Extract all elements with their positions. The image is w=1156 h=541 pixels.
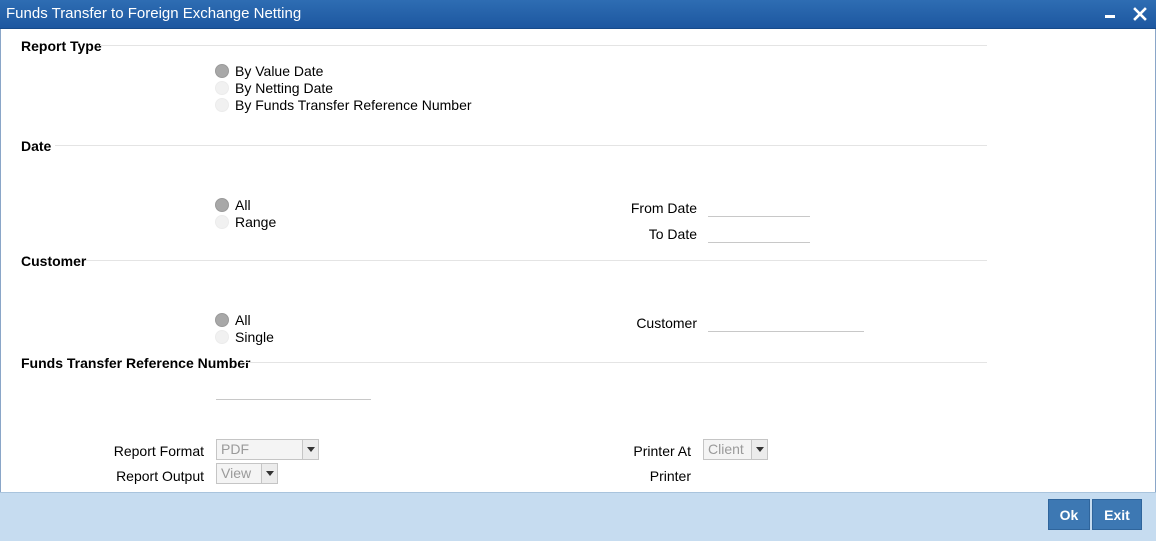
minimize-icon <box>1105 15 1115 18</box>
select-value: Client <box>708 441 744 457</box>
to-date-input[interactable] <box>708 225 810 243</box>
radio-label: All <box>235 196 251 213</box>
radio-button[interactable] <box>215 214 229 229</box>
radio-button-checked[interactable] <box>215 197 229 212</box>
chevron-down-icon[interactable] <box>751 440 767 459</box>
minimize-button[interactable] <box>1099 3 1121 25</box>
section-divider <box>86 260 987 261</box>
radio-button[interactable] <box>215 329 229 344</box>
radio-by-netting-date[interactable]: By Netting Date <box>215 79 333 96</box>
radio-date-all[interactable]: All <box>215 196 251 213</box>
radio-button[interactable] <box>215 80 229 95</box>
radio-label: By Value Date <box>235 62 324 79</box>
customer-input[interactable] <box>708 314 864 332</box>
ft-ref-number-input[interactable] <box>216 382 371 400</box>
customer-label: Customer <box>636 315 697 331</box>
ok-button[interactable]: Ok <box>1048 499 1090 530</box>
customer-heading: Customer <box>21 253 87 269</box>
report-output-label: Report Output <box>116 468 204 484</box>
printer-at-label: Printer At <box>633 443 691 459</box>
footer-bar: Ok Exit <box>0 492 1156 541</box>
report-type-heading: Report Type <box>21 38 102 54</box>
radio-date-range[interactable]: Range <box>215 213 276 230</box>
radio-button[interactable] <box>215 97 229 112</box>
report-format-label: Report Format <box>113 443 204 459</box>
radio-button-checked[interactable] <box>215 63 229 78</box>
ft-ref-heading: Funds Transfer Reference Number <box>21 355 251 371</box>
select-value: PDF <box>221 441 249 457</box>
radio-customer-single[interactable]: Single <box>215 328 274 345</box>
radio-label: By Funds Transfer Reference Number <box>235 96 472 113</box>
radio-button-checked[interactable] <box>215 312 229 327</box>
report-output-select[interactable]: View <box>216 463 278 484</box>
from-date-input[interactable] <box>708 199 810 217</box>
printer-label: Printer <box>649 468 691 484</box>
radio-label: All <box>235 311 251 328</box>
from-date-label: From Date <box>630 200 697 216</box>
printer-at-select[interactable]: Client <box>703 439 768 460</box>
section-divider <box>100 45 987 46</box>
exit-button[interactable]: Exit <box>1092 499 1142 530</box>
radio-by-ft-ref-number[interactable]: By Funds Transfer Reference Number <box>215 96 472 113</box>
window-titlebar: Funds Transfer to Foreign Exchange Netti… <box>0 0 1156 29</box>
report-format-select[interactable]: PDF <box>216 439 319 460</box>
chevron-down-icon[interactable] <box>302 440 318 459</box>
section-divider <box>242 362 987 363</box>
section-divider <box>55 145 987 146</box>
window-title: Funds Transfer to Foreign Exchange Netti… <box>6 5 302 22</box>
radio-customer-all[interactable]: All <box>215 311 251 328</box>
close-icon <box>1133 7 1147 21</box>
radio-by-value-date[interactable]: By Value Date <box>215 62 323 79</box>
select-value: View <box>221 465 252 481</box>
radio-label: Single <box>235 328 274 345</box>
radio-label: Range <box>235 213 277 230</box>
date-heading: Date <box>21 138 52 154</box>
close-button[interactable] <box>1129 3 1151 25</box>
radio-label: By Netting Date <box>235 79 334 96</box>
chevron-down-icon[interactable] <box>261 464 277 483</box>
to-date-label: To Date <box>648 226 697 242</box>
